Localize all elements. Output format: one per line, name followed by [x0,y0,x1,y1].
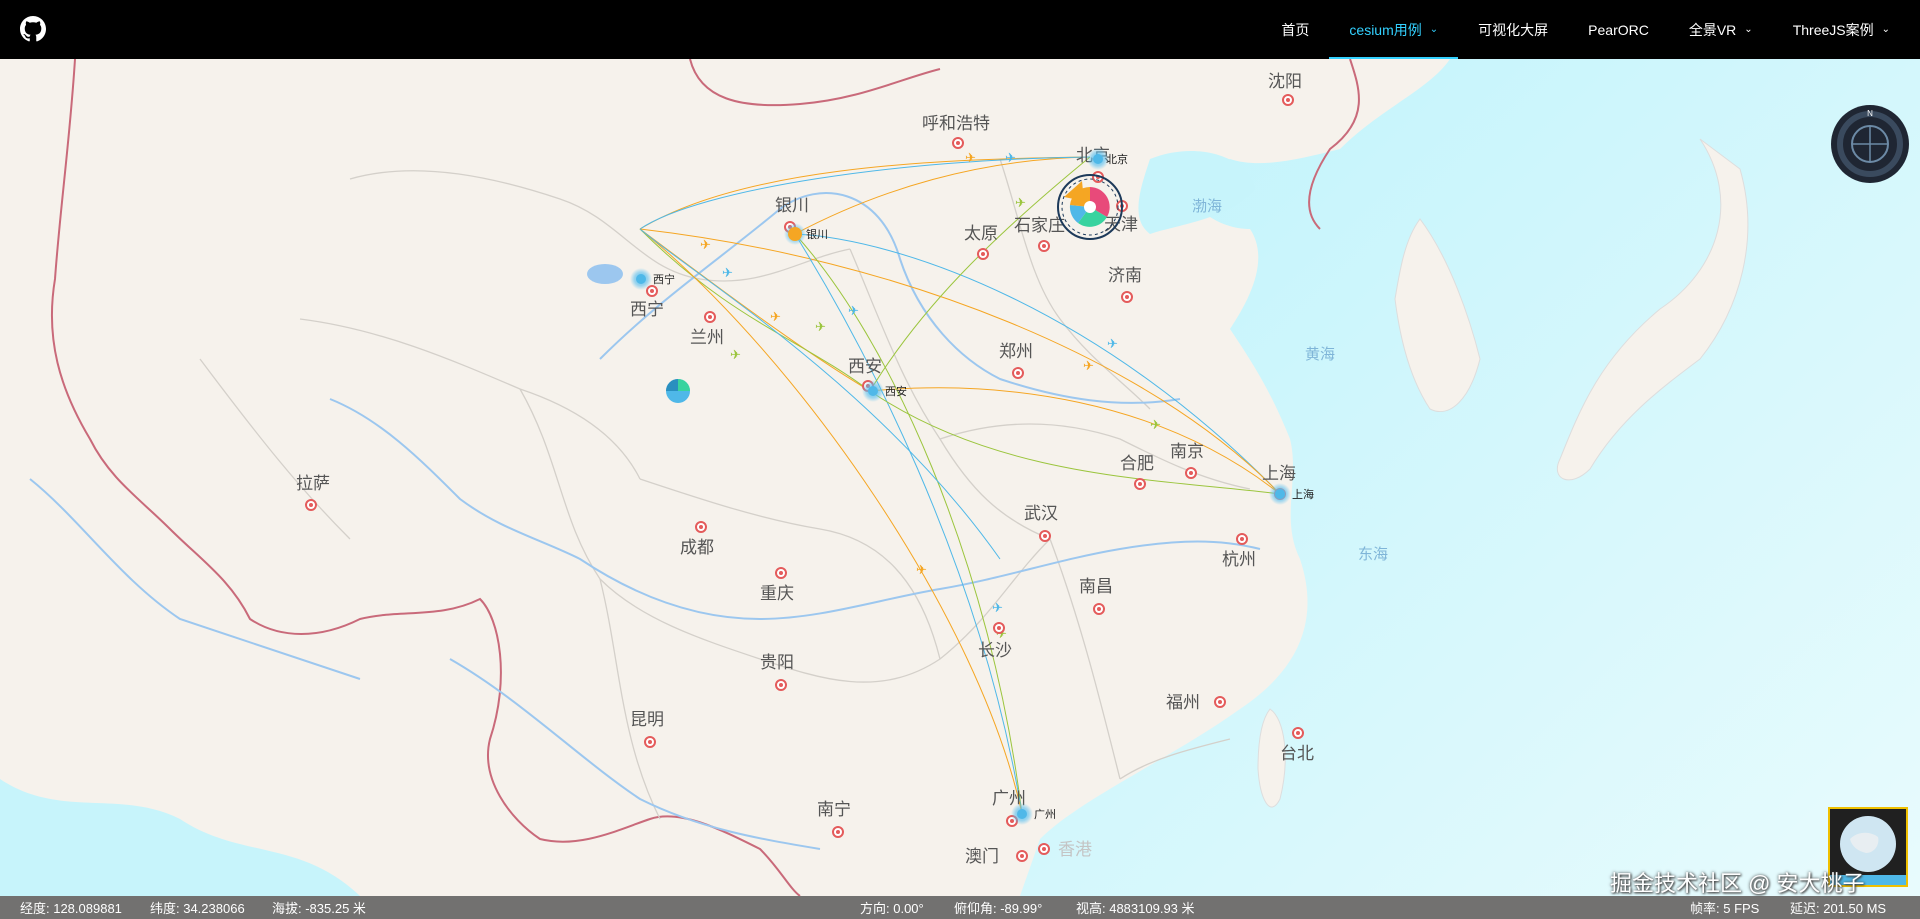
svg-text:济南: 济南 [1108,266,1142,285]
svg-text:澳门: 澳门 [965,847,999,866]
airplane-icon: ✈ [1015,195,1026,210]
svg-text:北京: 北京 [1106,152,1128,166]
svg-text:呼和浩特: 呼和浩特 [922,114,990,133]
airplane-icon: ✈ [1005,150,1016,165]
svg-text:广州: 广州 [1034,808,1056,821]
svg-text:贵阳: 贵阳 [760,653,794,672]
svg-text:南昌: 南昌 [1079,577,1113,596]
map-viewer[interactable]: 渤海 黄海 东海 ✈ ✈ ✈ ✈ ✈ ✈ ✈ ✈ ✈ ✈ ✈ ✈ ✈ ✈ ✈ 沈… [0,59,1920,896]
latitude-readout: 纬度: 34.238066 [150,901,245,916]
svg-text:银川: 银川 [775,196,809,215]
svg-text:重庆: 重庆 [760,584,794,603]
view-height-readout: 视高: 4883109.93 米 [1076,901,1195,916]
svg-text:石家庄: 石家庄 [1014,216,1065,235]
compass-north-label: N [1867,109,1873,118]
pitch-readout: 俯仰角: -89.99° [954,901,1043,916]
airplane-icon: ✈ [700,237,711,252]
nav-pearorc[interactable]: PearORC [1568,0,1669,59]
nav-visual-dashboard[interactable]: 可视化大屏 [1458,0,1568,59]
airplane-icon: ✈ [916,562,927,577]
svg-text:南京: 南京 [1170,442,1204,461]
nav-cesium-examples[interactable]: cesium用例 ⌄ [1329,0,1458,59]
latency-readout: 延迟: 201.50 MS [1790,901,1887,916]
svg-text:西安: 西安 [848,357,882,376]
svg-text:长沙: 长沙 [978,641,1012,660]
nav-dashboard-label: 可视化大屏 [1478,21,1549,38]
svg-text:银川: 银川 [806,227,828,241]
svg-text:香港: 香港 [1058,840,1092,859]
chevron-down-icon: ⌄ [1429,24,1439,35]
status-bar: 经度: 128.089881 纬度: 34.238066 海拔: -835.25… [0,896,1920,919]
sea-label-donghai: 东海 [1358,546,1388,563]
fps-readout: 帧率: 5 FPS [1690,901,1760,916]
main-menu: 首页 cesium用例 ⌄ 可视化大屏 PearORC 全景VR ⌄ ThreeJS… [1261,0,1920,59]
nav-threejs[interactable]: ThreeJS案例 ⌄ [1773,0,1920,59]
airplane-icon: ✈ [992,600,1003,615]
chevron-down-icon: ⌄ [1744,24,1753,35]
svg-text:上海: 上海 [1262,464,1296,483]
svg-text:南宁: 南宁 [817,800,851,819]
svg-text:西宁: 西宁 [630,300,664,319]
sea-label-huanghai: 黄海 [1305,346,1335,363]
airplane-icon: ✈ [1107,336,1118,351]
nav-threejs-label: ThreeJS案例 [1792,21,1874,38]
nav-home[interactable]: 首页 [1261,0,1329,59]
watermark-text: 掘金技术社区 @ 安大桃子 [1610,871,1865,896]
map-canvas[interactable]: 渤海 黄海 东海 ✈ ✈ ✈ ✈ ✈ ✈ ✈ ✈ ✈ ✈ ✈ ✈ ✈ ✈ ✈ 沈… [0,59,1920,896]
altitude-readout: 海拔: -835.25 米 [272,901,366,916]
svg-text:福州: 福州 [1166,693,1200,712]
svg-text:兰州: 兰州 [690,328,724,347]
svg-text:台北: 台北 [1280,744,1314,763]
airplane-icon: ✈ [848,303,859,318]
svg-text:成都: 成都 [680,538,714,557]
github-icon[interactable] [20,16,46,42]
svg-text:西安: 西安 [885,384,907,398]
svg-text:杭州: 杭州 [1222,550,1256,569]
svg-text:西宁: 西宁 [653,272,675,286]
svg-text:郑州: 郑州 [999,342,1033,361]
nav-vr-label: 全景VR [1688,21,1737,38]
heading-readout: 方向: 0.00° [860,901,924,916]
top-navbar: 首页 cesium用例 ⌄ 可视化大屏 PearORC 全景VR ⌄ ThreeJS… [0,0,1920,59]
airplane-icon: ✈ [1150,417,1161,432]
nav-pearorc-label: PearORC [1588,21,1649,38]
airplane-icon: ✈ [730,347,741,362]
nav-cesium-label: cesium用例 [1349,21,1422,38]
nav-home-label: 首页 [1281,21,1310,38]
chevron-down-icon: ⌄ [1881,24,1890,35]
svg-text:拉萨: 拉萨 [296,474,330,493]
compass-widget[interactable]: N [1830,104,1910,184]
svg-text:沈阳: 沈阳 [1268,72,1302,91]
sea-label-bohai: 渤海 [1192,198,1222,215]
svg-text:上海: 上海 [1292,487,1314,501]
small-pie-marker [666,379,690,403]
svg-text:太原: 太原 [964,224,998,243]
svg-text:昆明: 昆明 [630,710,664,729]
qinghai-lake [587,264,623,284]
airplane-icon: ✈ [965,150,976,165]
svg-text:合肥: 合肥 [1120,454,1154,473]
airplane-icon: ✈ [722,265,733,280]
airplane-icon: ✈ [815,319,826,334]
nav-panorama-vr[interactable]: 全景VR ⌄ [1669,0,1773,59]
airplane-icon: ✈ [770,309,781,324]
svg-text:武汉: 武汉 [1024,504,1058,523]
longitude-readout: 经度: 128.089881 [20,901,122,916]
airplane-icon: ✈ [1083,358,1094,373]
